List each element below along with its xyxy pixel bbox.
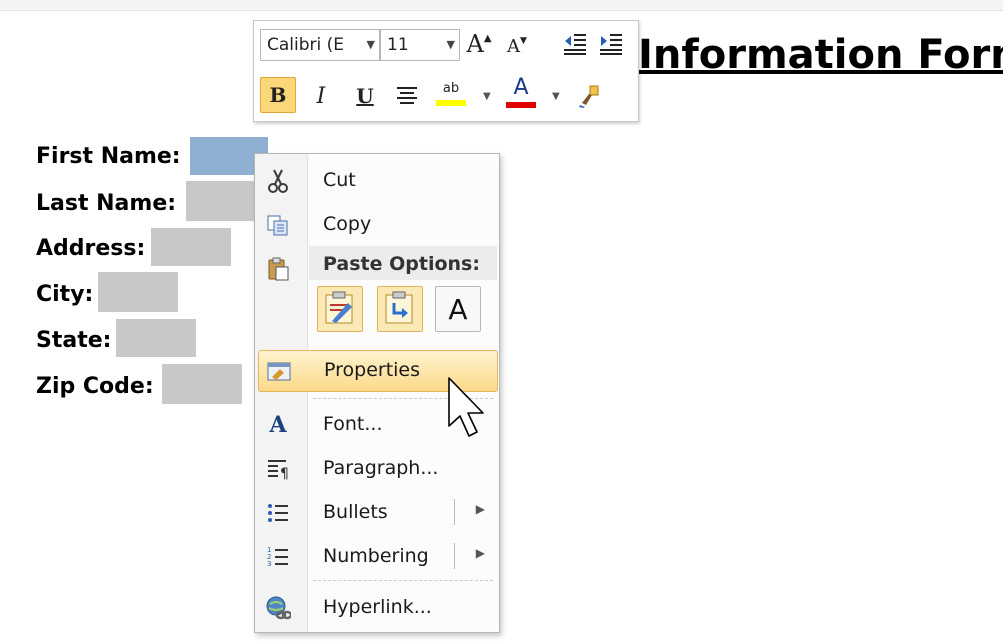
menu-item-numbering-label: Numbering xyxy=(323,545,429,567)
menu-item-properties-label: Properties xyxy=(324,359,421,381)
submenu-divider xyxy=(454,499,455,525)
bullets-icon xyxy=(265,500,291,526)
chevron-down-icon[interactable]: ▼ xyxy=(552,91,560,102)
paste-options-label: Paste Options: xyxy=(323,253,480,275)
properties-icon xyxy=(266,358,292,384)
numbering-icon: 123 xyxy=(265,544,291,570)
decrease-indent-icon xyxy=(564,34,586,55)
paste-merge-icon xyxy=(385,291,413,324)
increase-indent-icon xyxy=(600,34,622,55)
paste-icon xyxy=(265,256,291,282)
chevron-down-icon[interactable]: ▼ xyxy=(483,91,491,102)
font-icon: A xyxy=(265,412,291,438)
format-painter-icon xyxy=(579,85,599,108)
grow-font-button[interactable]: A ▲ xyxy=(462,27,496,61)
menu-item-hyperlink-label: Hyperlink... xyxy=(323,596,432,618)
paste-text-only-button[interactable]: A xyxy=(435,286,481,332)
menu-item-paragraph-label: Paragraph... xyxy=(323,457,439,479)
bold-button[interactable]: B xyxy=(260,77,296,113)
chevron-down-icon[interactable]: ▼ xyxy=(447,30,455,60)
font-color-button[interactable]: A xyxy=(504,75,538,109)
menu-item-numbering[interactable]: 123 Numbering ▶ xyxy=(255,534,499,578)
format-painter-button[interactable] xyxy=(572,79,606,113)
document-title: Information Form xyxy=(638,32,1003,78)
increase-indent-button[interactable] xyxy=(594,27,628,61)
form-label-first-name: First Name: xyxy=(36,144,181,169)
menu-separator xyxy=(313,580,493,581)
menu-item-cut-label: Cut xyxy=(323,169,356,191)
menu-item-hyperlink[interactable]: Hyperlink... xyxy=(255,585,499,629)
form-label-address: Address: xyxy=(36,236,146,261)
center-align-button[interactable] xyxy=(390,79,424,113)
highlight-color-button[interactable]: ab xyxy=(434,77,468,111)
menu-item-bullets[interactable]: Bullets ▶ xyxy=(255,490,499,534)
bold-icon: B xyxy=(269,83,287,107)
highlight-icon: ab xyxy=(442,81,460,96)
underline-icon: U xyxy=(356,84,374,108)
submenu-divider xyxy=(454,543,455,569)
chevron-right-icon[interactable]: ▶ xyxy=(476,546,485,560)
menu-item-copy[interactable]: Copy xyxy=(255,202,499,246)
hyperlink-icon xyxy=(265,595,291,621)
city-field[interactable] xyxy=(98,272,178,312)
form-label-last-name: Last Name: xyxy=(36,191,177,216)
paragraph-icon: ¶ xyxy=(265,456,291,482)
paste-merge-formatting-button[interactable] xyxy=(377,286,423,332)
menu-item-bullets-label: Bullets xyxy=(323,501,388,523)
paste-keep-source-formatting-button[interactable] xyxy=(317,286,363,332)
paste-options-header: Paste Options: xyxy=(309,246,497,280)
mouse-cursor-icon xyxy=(448,377,484,437)
address-field[interactable] xyxy=(151,228,231,266)
font-size-value: 11 xyxy=(387,35,409,55)
font-name-value: Calibri (E xyxy=(267,35,345,55)
form-label-zip-code: Zip Code: xyxy=(36,374,154,399)
window-top-edge xyxy=(0,0,1003,11)
shrink-font-icon: A xyxy=(507,35,521,57)
zip-code-field[interactable] xyxy=(162,364,242,404)
scissors-icon xyxy=(265,168,291,194)
mini-toolbar: Calibri (E ▼ 11 ▼ A ▲ A ▼ B I U ab ▼ A ▼ xyxy=(253,20,639,122)
font-icon-glyph: A xyxy=(269,412,287,438)
menu-item-cut[interactable]: Cut xyxy=(255,158,499,202)
document-page: Information Form First Name: Last Name: … xyxy=(0,0,1003,643)
align-center-icon xyxy=(397,87,417,104)
svg-text:3: 3 xyxy=(267,560,271,568)
paste-text-only-icon: A xyxy=(448,292,468,326)
italic-button[interactable]: I xyxy=(304,79,338,113)
form-label-state: State: xyxy=(36,328,112,353)
font-size-combo[interactable]: 11 ▼ xyxy=(380,29,460,61)
font-name-combo[interactable]: Calibri (E ▼ xyxy=(260,29,380,61)
form-label-city: City: xyxy=(36,282,94,307)
grow-font-icon: A xyxy=(466,30,484,58)
menu-item-copy-label: Copy xyxy=(323,213,372,235)
menu-item-font-label: Font... xyxy=(323,413,383,435)
chevron-down-icon[interactable]: ▼ xyxy=(367,30,375,60)
font-color-icon: A xyxy=(513,74,529,100)
decrease-indent-button[interactable] xyxy=(558,27,592,61)
copy-icon xyxy=(265,212,291,238)
underline-button[interactable]: U xyxy=(348,79,382,113)
last-name-field[interactable] xyxy=(186,181,256,221)
state-field[interactable] xyxy=(116,319,196,357)
paste-keep-formatting-icon xyxy=(325,291,353,324)
menu-item-paragraph[interactable]: ¶ Paragraph... xyxy=(255,446,499,490)
italic-icon: I xyxy=(316,83,326,109)
chevron-right-icon[interactable]: ▶ xyxy=(476,502,485,516)
shrink-font-button[interactable]: A ▼ xyxy=(500,29,534,63)
svg-text:¶: ¶ xyxy=(280,466,289,481)
